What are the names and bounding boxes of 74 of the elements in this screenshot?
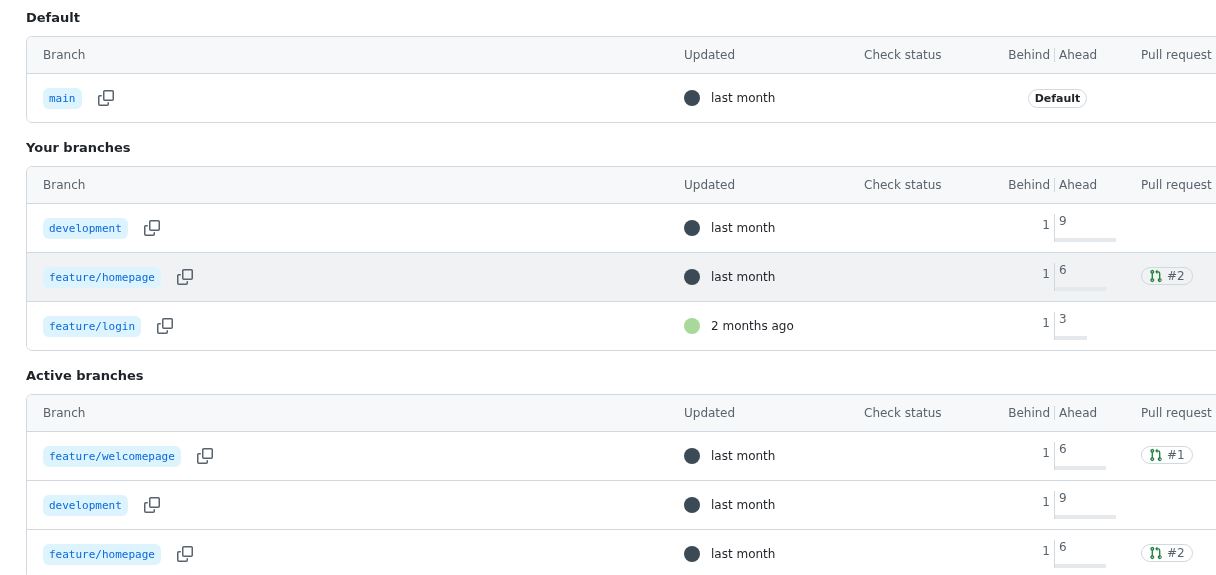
branch-name-link[interactable]: feature/homepage bbox=[43, 543, 161, 565]
copy-icon bbox=[176, 269, 193, 285]
copy-icon bbox=[196, 448, 213, 464]
copy-button[interactable] bbox=[174, 544, 195, 564]
avatar-icon bbox=[684, 269, 700, 285]
column-header: Behind bbox=[1007, 48, 1051, 62]
column-header: Branch bbox=[43, 48, 87, 62]
behind-count: 1 bbox=[1041, 543, 1051, 560]
branch-name-link[interactable]: development bbox=[43, 494, 128, 516]
updated-time: last month bbox=[711, 221, 776, 235]
updated-time: last month bbox=[711, 91, 776, 105]
copy-icon bbox=[143, 220, 160, 236]
column-header: Check status bbox=[864, 406, 943, 420]
copy-button[interactable] bbox=[155, 316, 176, 336]
section-heading: Default bbox=[26, 9, 81, 27]
copy-button[interactable] bbox=[141, 495, 162, 515]
column-header: Updated bbox=[684, 178, 737, 192]
column-header: Branch bbox=[43, 178, 87, 192]
avatar-icon bbox=[684, 90, 700, 106]
column-header: Check status bbox=[864, 48, 943, 62]
behind-count: 1 bbox=[1041, 315, 1051, 332]
column-header: Updated bbox=[684, 406, 737, 420]
copy-icon bbox=[143, 497, 160, 513]
branch-name-link[interactable]: feature/welcomepage bbox=[43, 445, 181, 467]
behind-count: 1 bbox=[1041, 445, 1051, 462]
ahead-count: 9 bbox=[1058, 214, 1068, 228]
pull-request-icon bbox=[1149, 546, 1163, 560]
branch-row[interactable]: feature/homepage last month 1 6 #2 bbox=[27, 529, 1216, 575]
ahead-count: 9 bbox=[1058, 491, 1068, 505]
branch-name-link[interactable]: feature/login bbox=[43, 315, 142, 337]
ahead-count: 6 bbox=[1058, 263, 1068, 277]
column-header: Ahead bbox=[1054, 406, 1141, 420]
branch-row[interactable]: feature/login 2 months ago 1 3 bbox=[27, 301, 1216, 350]
section-heading: Your branches bbox=[26, 139, 132, 157]
copy-button[interactable] bbox=[95, 88, 116, 108]
section-heading: Active branches bbox=[26, 367, 145, 385]
behind-count: 1 bbox=[1041, 266, 1051, 283]
avatar-icon bbox=[684, 220, 700, 236]
behind-count: 1 bbox=[1041, 217, 1051, 234]
avatar-icon bbox=[684, 318, 700, 334]
branch-name-link[interactable]: development bbox=[43, 217, 128, 239]
avatar-icon bbox=[684, 546, 700, 562]
column-header: Check status bbox=[864, 178, 943, 192]
column-header: Ahead bbox=[1054, 48, 1141, 62]
ahead-count: 6 bbox=[1058, 540, 1068, 554]
copy-button[interactable] bbox=[174, 267, 195, 287]
behind-count: 1 bbox=[1041, 494, 1051, 511]
updated-time: last month bbox=[711, 449, 776, 463]
copy-icon bbox=[97, 90, 114, 106]
pull-request-icon bbox=[1149, 448, 1163, 462]
copy-button[interactable] bbox=[194, 446, 215, 466]
column-header: Pull request bbox=[1141, 406, 1213, 420]
updated-time: last month bbox=[711, 547, 776, 561]
avatar-icon bbox=[684, 497, 700, 513]
column-header: Branch bbox=[43, 406, 87, 420]
updated-time: 2 months ago bbox=[711, 319, 794, 333]
ahead-count: 3 bbox=[1058, 312, 1068, 326]
column-header: Ahead bbox=[1054, 178, 1141, 192]
ahead-count: 6 bbox=[1058, 442, 1068, 456]
updated-time: last month bbox=[711, 498, 776, 512]
column-header: Behind bbox=[1007, 406, 1051, 420]
branch-name-link[interactable]: main bbox=[43, 87, 82, 109]
updated-time: last month bbox=[711, 270, 776, 284]
copy-icon bbox=[176, 546, 193, 562]
column-header: Behind bbox=[1007, 178, 1051, 192]
pull-request-icon bbox=[1149, 269, 1163, 283]
column-header: Pull request bbox=[1141, 48, 1213, 62]
column-header: Updated bbox=[684, 48, 737, 62]
branch-row[interactable]: feature/homepage last month 1 6 #2 bbox=[27, 252, 1216, 301]
column-header: Pull request bbox=[1141, 178, 1213, 192]
copy-icon bbox=[157, 318, 174, 334]
copy-button[interactable] bbox=[141, 218, 162, 238]
branch-name-link[interactable]: feature/homepage bbox=[43, 266, 161, 288]
avatar-icon bbox=[684, 448, 700, 464]
